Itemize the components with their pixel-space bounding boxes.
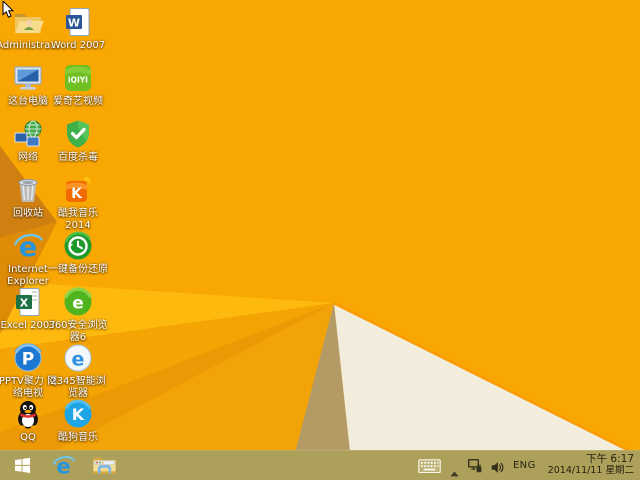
desktop-icon-label: 酷狗音乐 [58,432,98,443]
desktop-icon-word-2007[interactable]: W Word 2007 [50,6,106,52]
file-explorer-icon [92,453,117,478]
desktop-icon-kuwo-music-2014[interactable]: K 酷我音乐 2014 [50,174,106,232]
svg-text:K: K [71,186,83,202]
windows-desktop-screen: Administra... W Word 2007 这台电脑 iQIYI 爱奇艺视频… [0,0,640,480]
browser-360-icon: e [62,286,94,318]
desktop-icon-internet-explorer[interactable]: e Internet Explorer [0,230,56,288]
mouse-cursor [2,1,14,18]
taskbar-ie-button[interactable]: e [50,451,76,479]
desktop-icon-label: 一键备份还原 [48,264,108,275]
chevron-up-icon-glyph [450,462,459,477]
taskbar-explorer-button[interactable] [91,451,117,479]
tray-network-icon-glyph [467,458,482,473]
backup-clock-icon [62,230,94,262]
clock-time: 下午 6:17 [586,453,634,465]
desktop-icon-iqiyi-video[interactable]: iQIYI 爱奇艺视频 [50,62,106,108]
desktop-icon-label: 360安全浏览 器6 [48,320,108,343]
kuwo-music-icon: K [62,174,94,206]
touch-keyboard-icon[interactable] [418,458,441,473]
start-button[interactable] [9,451,35,479]
desktop-icon-label: 爱奇艺视频 [53,96,103,107]
svg-text:X: X [20,297,29,310]
desktop-icon-label: 百度杀毒 [58,152,98,163]
kugou-icon: K [62,398,94,430]
pptv-icon: P [12,342,44,374]
ie-icon: e [12,230,44,262]
taskbar-clock[interactable]: 下午 6:17 2014/11/11 星期二 [545,453,634,477]
chevron-up-icon[interactable] [450,462,459,477]
svg-text:e: e [72,294,84,314]
svg-text:e: e [72,349,85,371]
tray-network-icon[interactable] [467,458,482,473]
svg-text:K: K [72,405,85,424]
shield-check-icon [62,118,94,150]
desktop-icon-one-key-backup-restore[interactable]: 一键备份还原 [48,230,108,276]
svg-text:iQIYI: iQIYI [68,76,88,85]
recycle-bin-icon [12,174,44,206]
desktop-icon-kugou-music[interactable]: K 酷狗音乐 [50,398,106,444]
word-icon: W [62,6,94,38]
desktop-icon-label: 2345智能浏 览器 [50,376,106,399]
touch-keyboard-icon-glyph [418,458,441,473]
language-indicator[interactable]: ENG [513,460,536,471]
computer-icon [12,62,44,94]
taskbar[interactable]: e ENG 下午 6:17 2014/11/11 星期二 [0,450,640,480]
excel-icon: X [12,286,44,318]
browser-2345-icon: e [62,342,94,374]
desktop-icon-label: Word 2007 [50,40,106,51]
svg-text:P: P [22,350,34,370]
tray-icons [418,458,504,477]
ie-icon: e [51,453,76,478]
desktop-icon-baidu-antivirus[interactable]: 百度杀毒 [50,118,106,164]
desktop-icon-grid: Administra... W Word 2007 这台电脑 iQIYI 爱奇艺视频… [0,0,640,450]
desktop-icon-2345-smart-browser[interactable]: e 2345智能浏 览器 [50,342,106,400]
desktop-icon-360-safe-browser-6[interactable]: e 360安全浏览 器6 [48,286,108,344]
folder-user-icon [12,6,44,38]
iqiyi-icon: iQIYI [62,62,94,94]
system-tray: ENG 下午 6:17 2014/11/11 星期二 [418,453,640,477]
desktop-icon-label: 酷我音乐 2014 [58,208,98,231]
tray-volume-icon[interactable] [491,459,504,473]
svg-text:W: W [68,17,80,30]
qq-penguin-icon [12,398,44,430]
network-globe-icon [12,118,44,150]
clock-date: 2014/11/11 星期二 [547,465,634,476]
tray-volume-icon-glyph [491,459,504,473]
windows-logo-icon [14,457,31,474]
taskbar-buttons: e [0,451,117,479]
